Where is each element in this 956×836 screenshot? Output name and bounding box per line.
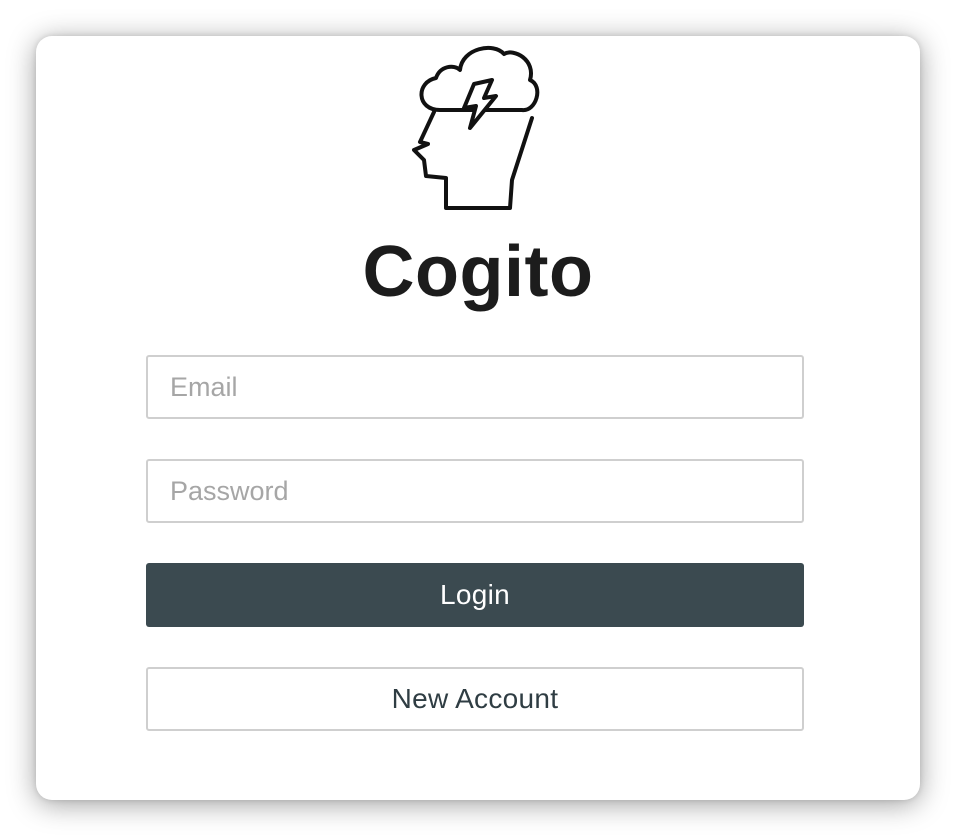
login-button-label: Login: [439, 579, 510, 610]
app-title: Cogito: [362, 232, 594, 312]
email-field[interactable]: [146, 355, 804, 419]
password-field[interactable]: [146, 459, 804, 523]
head-with-storm-cloud-icon: [412, 45, 540, 210]
new-account-button[interactable]: New Account: [146, 667, 804, 731]
new-account-button-label: New Account: [391, 683, 559, 714]
login-button[interactable]: Login: [146, 563, 804, 627]
